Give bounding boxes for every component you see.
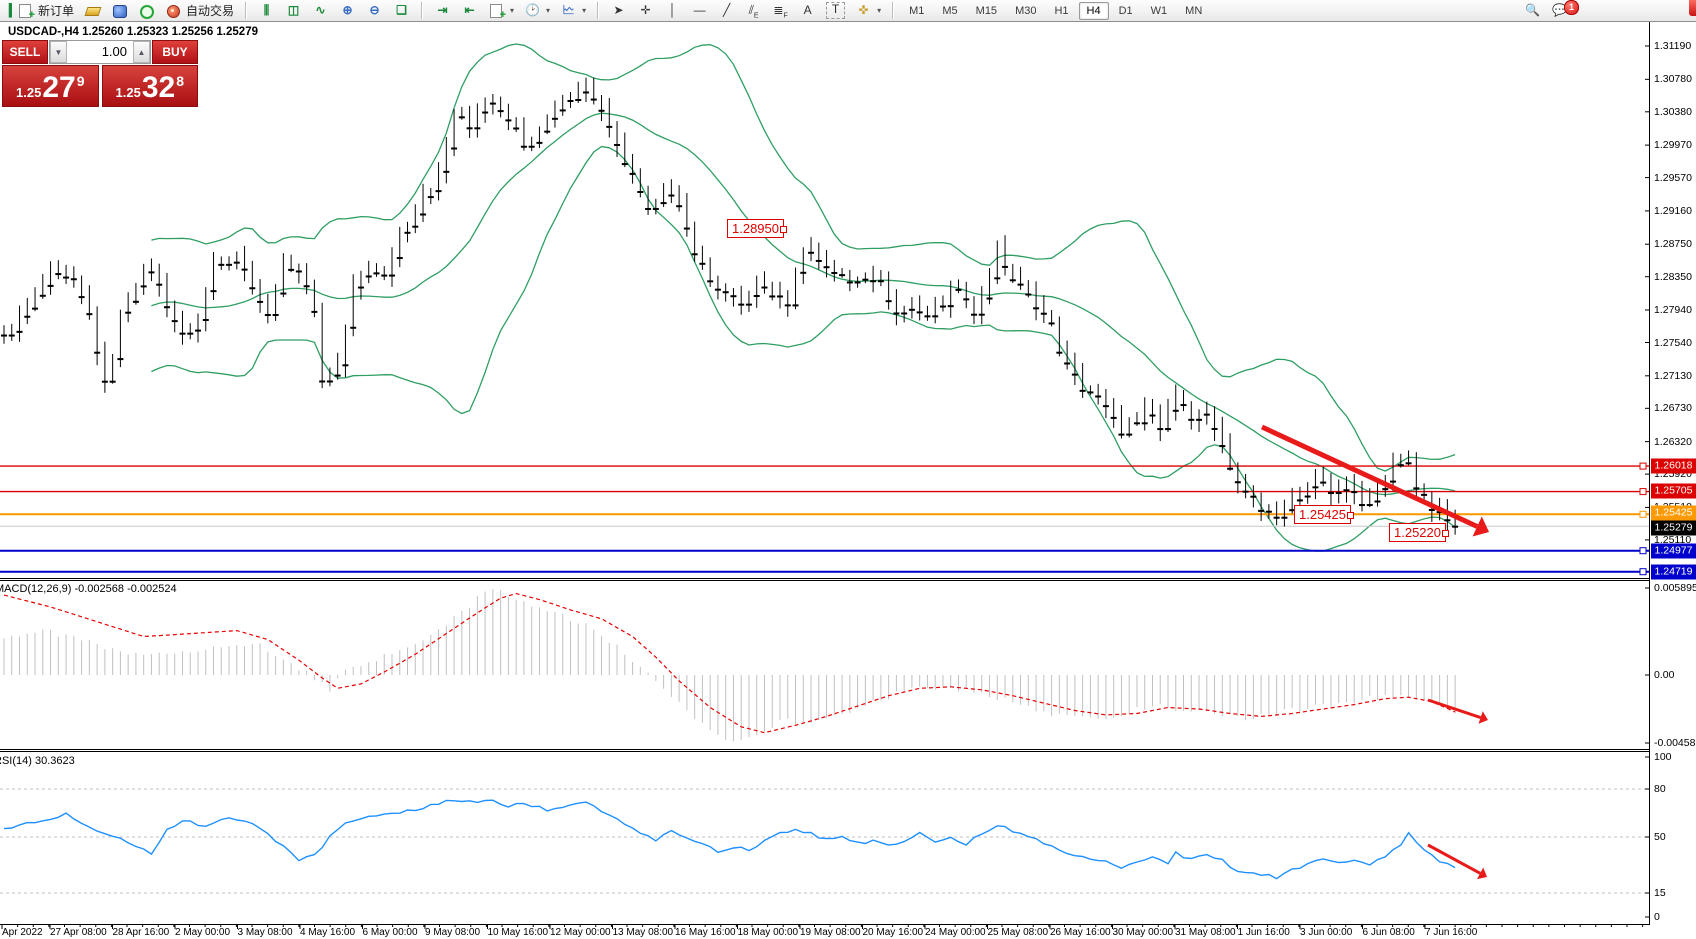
chart-title: USDCAD-,H4 1.25260 1.25323 1.25256 1.252… <box>8 26 258 38</box>
rsi-arrow <box>1428 845 1487 879</box>
window-alert-flag <box>1689 0 1696 16</box>
volume-input[interactable]: 1.00 <box>67 41 133 63</box>
pane-divider <box>0 751 1649 752</box>
pane-divider <box>0 578 1649 579</box>
price-axis-line <box>1649 22 1650 925</box>
bollinger-bands <box>151 44 1455 551</box>
buy-price-prefix: 1.25 <box>116 85 141 100</box>
pane-divider <box>0 580 1649 581</box>
macd-arrow <box>1428 700 1488 724</box>
rsi-layer <box>0 789 1649 893</box>
sell-price-tile[interactable]: 1.25 27 9 <box>2 65 99 107</box>
volume-spinner: ▼ 1.00 ▲ <box>49 40 151 64</box>
buy-price-sup: 8 <box>176 73 184 89</box>
buy-button[interactable]: BUY <box>152 40 198 64</box>
sell-price-prefix: 1.25 <box>16 85 41 100</box>
buy-price-big: 32 <box>142 73 175 103</box>
volume-decrease-button[interactable]: ▼ <box>50 41 67 63</box>
horizontal-lines <box>0 463 1649 575</box>
buy-price-tile[interactable]: 1.25 32 8 <box>102 65 199 107</box>
sell-price-sup: 9 <box>77 73 85 89</box>
pane-divider[interactable] <box>0 749 1649 750</box>
sell-price-big: 27 <box>42 73 75 103</box>
time-axis-line <box>0 924 1649 925</box>
sell-button[interactable]: SELL <box>2 40 48 64</box>
macd-layer <box>4 589 1455 741</box>
chart-canvas[interactable] <box>0 0 1696 939</box>
axis-ticks <box>2 46 1649 929</box>
volume-increase-button[interactable]: ▲ <box>133 41 150 63</box>
one-click-trading-panel: SELL ▼ 1.00 ▲ BUY 1.25 27 9 1.25 32 8 <box>2 40 198 107</box>
mt4-window: ▌▐ + 新订单 自动交易 ⫼ ◫ ∿ ⊕ ⊖ ❏ ⇥ ⇤ +▾ <box>0 0 1696 939</box>
